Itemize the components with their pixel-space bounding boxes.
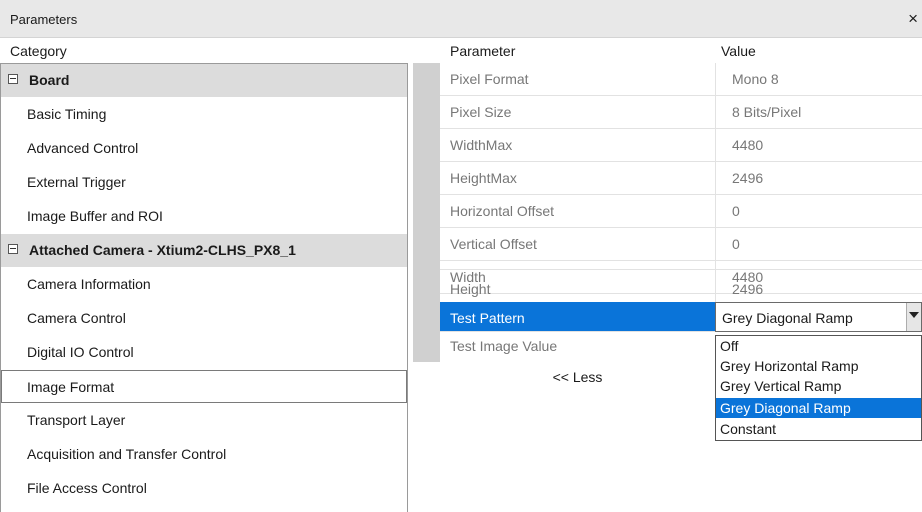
parameter-column-header: Parameter [450,43,516,59]
param-value: Mono 8 [732,71,779,87]
tree-item-digital-io-control[interactable]: Digital IO Control [1,336,407,369]
tree-item-external-trigger[interactable]: External Trigger [1,166,407,199]
tree-item-advanced-control[interactable]: Advanced Control [1,132,407,165]
minus-box-icon[interactable] [8,74,18,84]
column-divider [715,228,716,260]
column-divider [715,273,716,305]
column-divider [715,96,716,128]
column-divider [715,63,716,95]
column-divider [715,162,716,194]
test-pattern-combobox[interactable]: Grey Diagonal Ramp [715,302,922,332]
row-spacer [440,269,922,270]
combobox-value: Grey Diagonal Ramp [722,310,853,326]
param-name: WidthMax [450,137,513,153]
param-name: Pixel Size [450,104,512,120]
less-button[interactable]: << Less [440,369,715,385]
value-column-header: Value [721,43,756,59]
param-name: Horizontal Offset [450,203,555,219]
dropdown-option-grey-diagonal-ramp[interactable]: Grey Diagonal Ramp [716,398,921,418]
tree-item-image-format[interactable]: Image Format [1,370,407,403]
dropdown-option-grey-vertical-ramp[interactable]: Grey Vertical Ramp [716,376,921,396]
title-bar: Parameters × [0,0,922,38]
chevron-down-icon [909,312,919,318]
column-divider [715,129,716,161]
grid-gutter [413,63,440,362]
tree-item-file-access-control[interactable]: File Access Control [1,472,407,505]
param-row-vertical-offset[interactable]: Vertical Offset 0 [440,228,922,261]
tree-item-camera-information[interactable]: Camera Information [1,268,407,301]
param-row-heightmax[interactable]: HeightMax 2496 [440,162,922,195]
param-name: HeightMax [450,170,517,186]
param-value: 4480 [732,137,764,153]
param-value: 0 [732,203,740,219]
category-tree: Board Basic Timing Advanced Control Exte… [0,63,408,512]
param-value: 2496 [732,170,764,186]
tree-item-camera-control[interactable]: Camera Control [1,302,407,335]
tree-item-acquisition-transfer-control[interactable]: Acquisition and Transfer Control [1,438,407,471]
param-value: 0 [732,236,740,252]
tree-group-label: Attached Camera - Xtium2-CLHS_PX8_1 [29,242,296,258]
dropdown-option-constant[interactable]: Constant [716,419,921,439]
close-icon[interactable]: × [908,9,918,29]
tree-item-transport-layer[interactable]: Transport Layer [1,404,407,437]
dropdown-option-off[interactable]: Off [716,336,921,356]
dropdown-option-grey-horizontal-ramp[interactable]: Grey Horizontal Ramp [716,356,921,376]
tree-item-basic-timing[interactable]: Basic Timing [1,98,407,131]
param-name: Vertical Offset [450,236,537,252]
tree-group-board[interactable]: Board [1,64,407,97]
window-title: Parameters [10,12,78,27]
param-name: Pixel Format [450,71,529,87]
minus-box-icon[interactable] [8,244,18,254]
param-row-pixel-format[interactable]: Pixel Format Mono 8 [440,63,922,96]
tree-item-image-buffer-roi[interactable]: Image Buffer and ROI [1,200,407,233]
param-value: 8 Bits/Pixel [732,104,802,120]
param-name: Test Image Value [450,338,558,354]
tree-group-attached-camera[interactable]: Attached Camera - Xtium2-CLHS_PX8_1 [1,234,407,267]
param-name: Test Pattern [450,310,525,326]
param-row-horizontal-offset[interactable]: Horizontal Offset 0 [440,195,922,228]
param-name: Height [450,281,491,297]
param-row-pixel-size[interactable]: Pixel Size 8 Bits/Pixel [440,96,922,129]
tree-group-label: Board [29,72,70,88]
test-pattern-dropdown-list: Off Grey Horizontal Ramp Grey Vertical R… [715,335,922,441]
param-row-widthmax[interactable]: WidthMax 4480 [440,129,922,162]
column-divider [715,195,716,227]
category-column-header: Category [10,43,67,59]
param-value: 2496 [732,281,764,297]
dropdown-arrow-button[interactable] [906,303,921,331]
